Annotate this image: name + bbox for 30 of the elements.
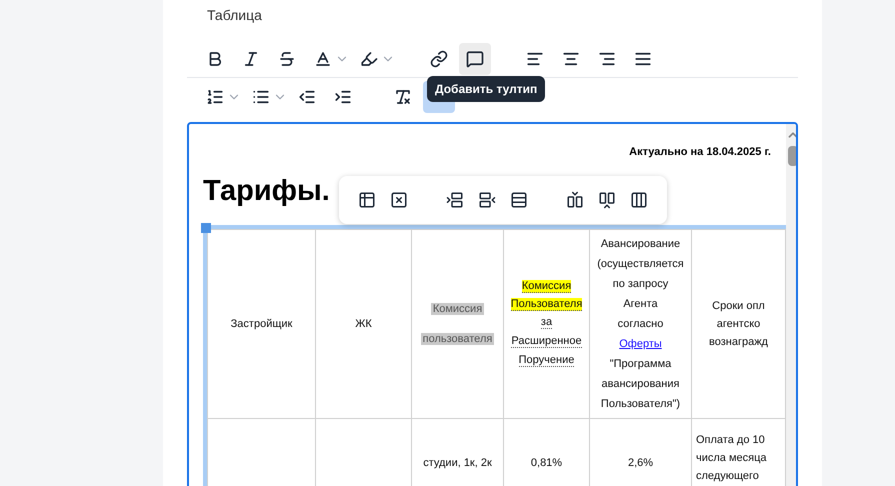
document-heading: Тарифы. (203, 174, 330, 208)
cell-text: авансирования (600, 376, 680, 392)
cell-text: Расширенное (511, 335, 582, 348)
highlighted-text: Комиссия (522, 280, 572, 293)
cell-text: 2,6% (626, 456, 654, 471)
cell-text: (осуществляется (596, 256, 685, 272)
cell-text: Поручение (518, 354, 574, 367)
tooltip: Добавить тултип (427, 76, 546, 102)
cell-text: вознагражд (708, 334, 769, 350)
highlighted-text: пользователя (420, 332, 494, 344)
cell-text: Застройщик (230, 316, 294, 332)
cell-text: "Программа (608, 356, 672, 372)
cell-text: Оплата до 10 (696, 432, 766, 448)
cell-text: Пользователя") (600, 396, 682, 412)
cell-text: 0,81% (530, 456, 564, 471)
cell-text: Агента (622, 296, 659, 312)
highlighted-text: Комиссия (430, 302, 484, 314)
cell-text: Авансирование (600, 236, 682, 252)
field-label: Таблица (207, 6, 263, 25)
cell-text: агентско (716, 316, 762, 332)
cell-text: следующего (696, 468, 760, 484)
cell-text: ЖК (354, 316, 373, 332)
highlighted-text: Пользователя (510, 298, 582, 311)
date-note: Актуально на 18.04.2025 г. (629, 145, 771, 160)
cell-text: по запросу (612, 276, 670, 292)
cell-text: числа месяца (696, 450, 768, 466)
cell-text: согласно (616, 316, 664, 332)
cell-text: Сроки опл (711, 298, 766, 314)
cell-text: студии, 1к, 2к (422, 456, 493, 471)
cell-text: за (540, 316, 552, 329)
